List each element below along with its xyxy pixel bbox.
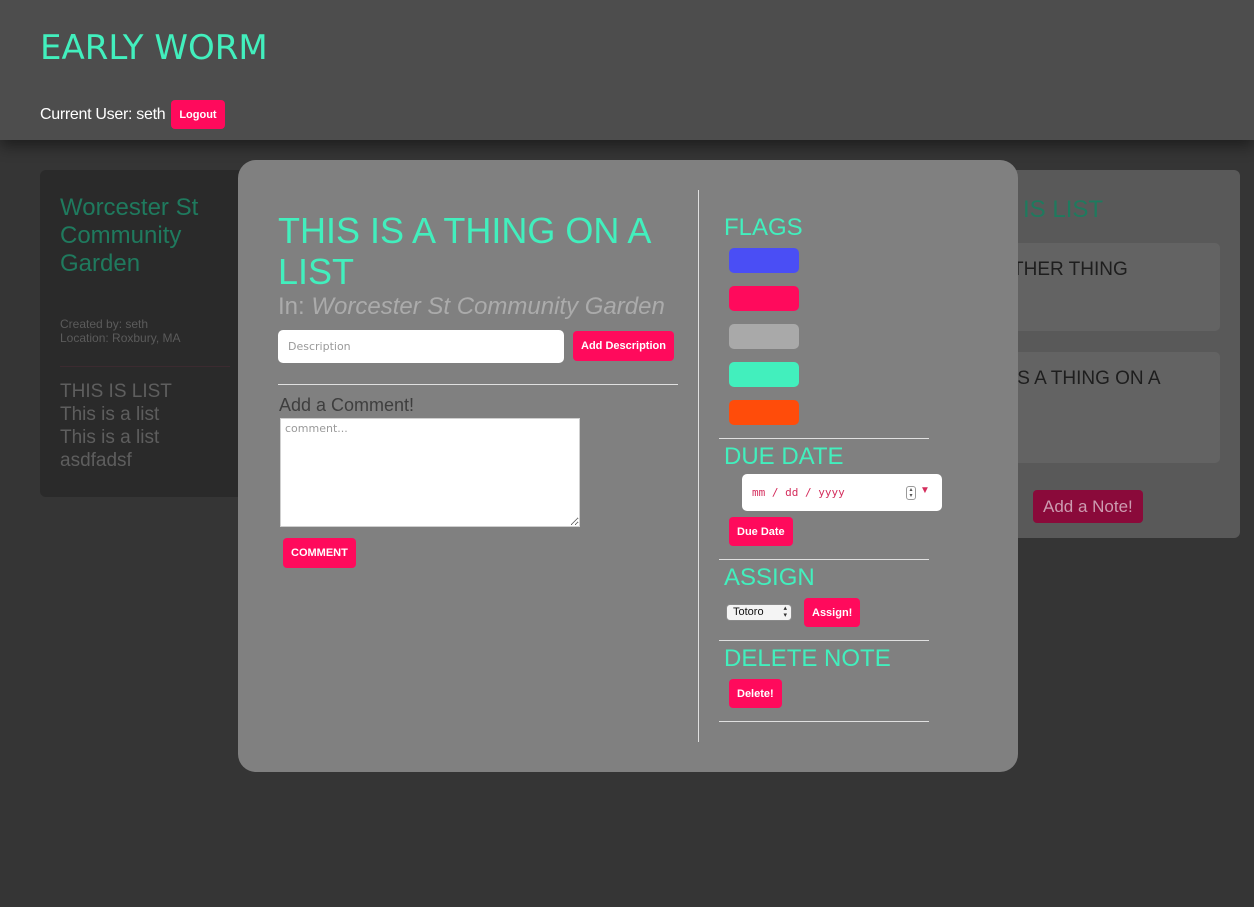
select-arrows-icon: ▴ ▾ — [783, 605, 787, 619]
divider — [719, 438, 929, 439]
date-placeholder: mm / dd / yyyy — [752, 486, 845, 499]
garden-meta: Created by: seth Location: Roxbury, MA — [60, 317, 181, 345]
flag-swatch-orange[interactable] — [729, 400, 799, 425]
flag-swatch-gray[interactable] — [729, 324, 799, 349]
calendar-dropdown-icon[interactable]: ▼ — [920, 485, 930, 496]
add-note-button[interactable]: Add a Note! — [1033, 490, 1143, 523]
assign-heading: ASSIGN — [724, 564, 815, 591]
due-date-input[interactable]: mm / dd / yyyy ▴ ▾ ▼ — [742, 474, 942, 511]
assign-selected-value: Totoro — [733, 606, 764, 618]
comment-textarea[interactable] — [280, 418, 580, 527]
list-title: IS LIST — [1023, 196, 1104, 223]
garden-created-by: Created by: seth — [60, 317, 149, 331]
list-item[interactable]: This is a list — [60, 426, 172, 449]
assign-button[interactable]: Assign! — [804, 598, 861, 627]
list-item[interactable]: THIS IS LIST — [60, 380, 172, 403]
vertical-divider — [698, 190, 699, 742]
list-item[interactable]: This is a list — [60, 403, 172, 426]
divider — [719, 640, 929, 641]
divider — [719, 559, 929, 560]
due-date-button[interactable]: Due Date — [729, 517, 793, 546]
current-user-label: Current User: seth — [40, 105, 166, 123]
divider — [278, 384, 678, 385]
user-row: Current User: seth Logout — [40, 100, 225, 129]
list-item[interactable]: asdfadsf — [60, 449, 172, 472]
logout-button[interactable]: Logout — [171, 100, 225, 129]
due-date-heading: DUE DATE — [724, 443, 844, 470]
garden-location: Location: Roxbury, MA — [60, 331, 181, 345]
in-list-name: Worcester St Community Garden — [311, 293, 665, 320]
assign-select[interactable]: Totoro ▴ ▾ — [726, 604, 792, 621]
date-spinner-icon[interactable]: ▴ ▾ — [906, 486, 916, 500]
delete-note-heading: DELETE NOTE — [724, 645, 891, 672]
garden-divider — [60, 366, 230, 367]
note-title: THIS IS A THING ON A LIST — [278, 210, 650, 292]
divider — [719, 721, 929, 722]
flag-swatch-blue[interactable] — [729, 248, 799, 273]
note-list-context: In: Worcester St Community Garden — [278, 293, 665, 321]
garden-lists: THIS IS LIST This is a list This is a li… — [60, 380, 172, 472]
note-card-text: THER THING — [1012, 259, 1128, 280]
note-card-text: IS A THING ON A — [1012, 368, 1161, 389]
flags-heading: FLAGS — [724, 214, 803, 241]
note-detail-modal: THIS IS A THING ON A LIST In: Worcester … — [238, 160, 1018, 772]
comment-button[interactable]: COMMENT — [283, 538, 356, 568]
flag-swatch-teal[interactable] — [729, 362, 799, 387]
in-prefix: In: — [278, 293, 305, 320]
app-title: EARLY WORM — [40, 28, 268, 68]
flag-swatch-pink[interactable] — [729, 286, 799, 311]
add-description-button[interactable]: Add Description — [573, 331, 674, 361]
delete-button[interactable]: Delete! — [729, 679, 782, 708]
comment-heading: Add a Comment! — [279, 395, 415, 415]
description-input[interactable] — [278, 330, 564, 363]
app-header: EARLY WORM Current User: seth Logout — [0, 0, 1254, 140]
garden-title: Worcester St Community Garden — [60, 194, 199, 277]
